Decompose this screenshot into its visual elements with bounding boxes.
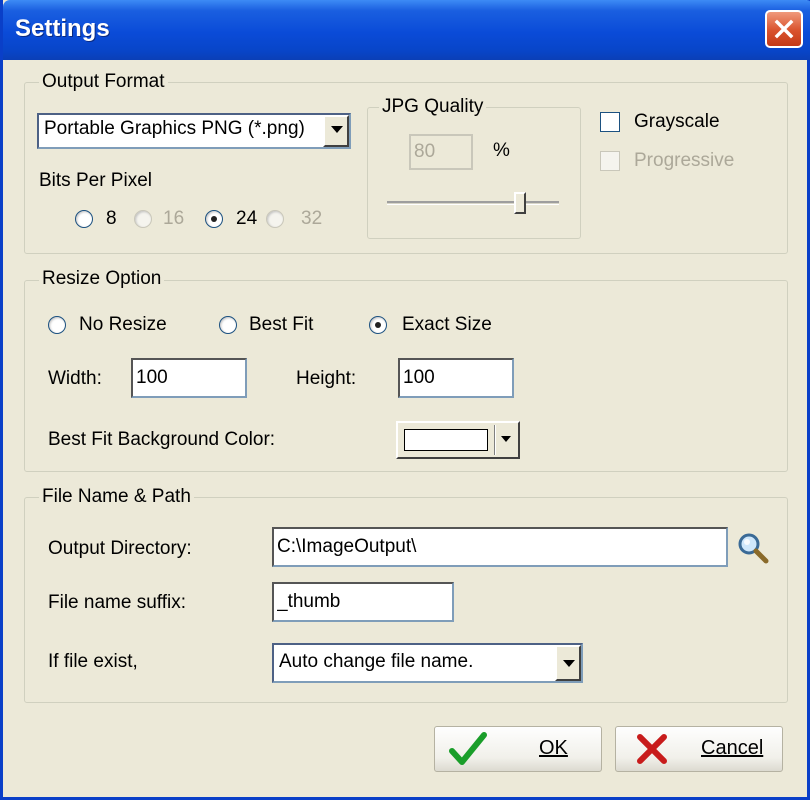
chevron-down-icon bbox=[501, 436, 511, 442]
output-format-select[interactable]: Portable Graphics PNG (*.png) bbox=[37, 113, 351, 149]
bg-color-picker[interactable] bbox=[396, 421, 520, 459]
if-file-exist-select-value: Auto change file name. bbox=[279, 651, 474, 672]
height-label: Height: bbox=[296, 368, 357, 389]
chevron-down-icon bbox=[563, 660, 575, 667]
bpp-radio-8[interactable] bbox=[75, 210, 93, 228]
bg-color-swatch bbox=[404, 429, 488, 451]
ok-button[interactable]: OK bbox=[434, 726, 602, 772]
window-title: Settings bbox=[15, 15, 110, 42]
resize-radio-no-resize-label: No Resize bbox=[79, 314, 167, 335]
resize-radio-exact-size[interactable] bbox=[369, 316, 387, 334]
chevron-down-icon bbox=[331, 126, 343, 133]
settings-dialog: Settings Output Format Portable Graphics… bbox=[0, 0, 810, 800]
if-file-exist-dropdown-button[interactable] bbox=[555, 645, 581, 681]
close-button[interactable] bbox=[765, 10, 803, 48]
file-suffix-input[interactable] bbox=[272, 582, 454, 622]
resize-radio-no-resize[interactable] bbox=[48, 316, 66, 334]
width-input[interactable] bbox=[131, 358, 247, 398]
grayscale-label: Grayscale bbox=[634, 111, 720, 132]
magnifier-icon bbox=[738, 533, 769, 564]
output-directory-input[interactable] bbox=[272, 527, 728, 567]
browse-button[interactable] bbox=[736, 531, 770, 565]
if-file-exist-select[interactable]: Auto change file name. bbox=[272, 643, 583, 683]
file-name-path-group-label: File Name & Path bbox=[39, 486, 194, 508]
file-suffix-label: File name suffix: bbox=[48, 592, 186, 613]
bits-per-pixel-label: Bits Per Pixel bbox=[39, 170, 152, 191]
bpp-radio-32-label: 32 bbox=[301, 208, 323, 229]
title-bar[interactable]: Settings bbox=[3, 0, 810, 60]
bpp-radio-32[interactable] bbox=[266, 210, 284, 228]
bpp-radio-24-label: 24 bbox=[236, 208, 258, 229]
bpp-radio-24[interactable] bbox=[205, 210, 223, 228]
jpg-quality-group bbox=[367, 107, 581, 239]
bpp-radio-8-label: 8 bbox=[106, 208, 117, 229]
ok-button-label: OK bbox=[539, 737, 568, 759]
grayscale-checkbox[interactable] bbox=[600, 112, 620, 132]
bg-color-label: Best Fit Background Color: bbox=[48, 429, 276, 450]
progressive-checkbox[interactable] bbox=[600, 151, 620, 171]
jpg-quality-slider-thumb[interactable] bbox=[514, 192, 526, 214]
resize-radio-exact-size-label: Exact Size bbox=[402, 314, 492, 335]
width-label: Width: bbox=[48, 368, 102, 389]
jpg-quality-input[interactable] bbox=[409, 134, 473, 170]
height-input[interactable] bbox=[398, 358, 514, 398]
jpg-quality-slider-track[interactable] bbox=[387, 201, 559, 205]
resize-radio-best-fit[interactable] bbox=[219, 316, 237, 334]
close-icon bbox=[774, 19, 794, 39]
output-format-dropdown-button[interactable] bbox=[323, 115, 349, 147]
cancel-button[interactable]: Cancel bbox=[615, 726, 783, 772]
bpp-radio-16-label: 16 bbox=[163, 208, 185, 229]
if-file-exist-label: If file exist, bbox=[48, 651, 138, 672]
x-icon bbox=[637, 734, 667, 764]
resize-option-group-label: Resize Option bbox=[39, 268, 165, 290]
progressive-label: Progressive bbox=[634, 150, 735, 171]
checkmark-icon bbox=[449, 732, 487, 765]
output-format-select-value: Portable Graphics PNG (*.png) bbox=[44, 118, 305, 139]
resize-radio-best-fit-label: Best Fit bbox=[249, 314, 314, 335]
jpg-quality-group-label: JPG Quality bbox=[379, 96, 487, 118]
bpp-radio-16[interactable] bbox=[134, 210, 152, 228]
output-directory-label: Output Directory: bbox=[48, 538, 192, 559]
output-format-group-label: Output Format bbox=[39, 71, 168, 93]
cancel-button-label-text: Cancel bbox=[701, 737, 764, 759]
jpg-quality-unit: % bbox=[493, 140, 510, 161]
cancel-button-label: Cancel bbox=[701, 737, 763, 760]
